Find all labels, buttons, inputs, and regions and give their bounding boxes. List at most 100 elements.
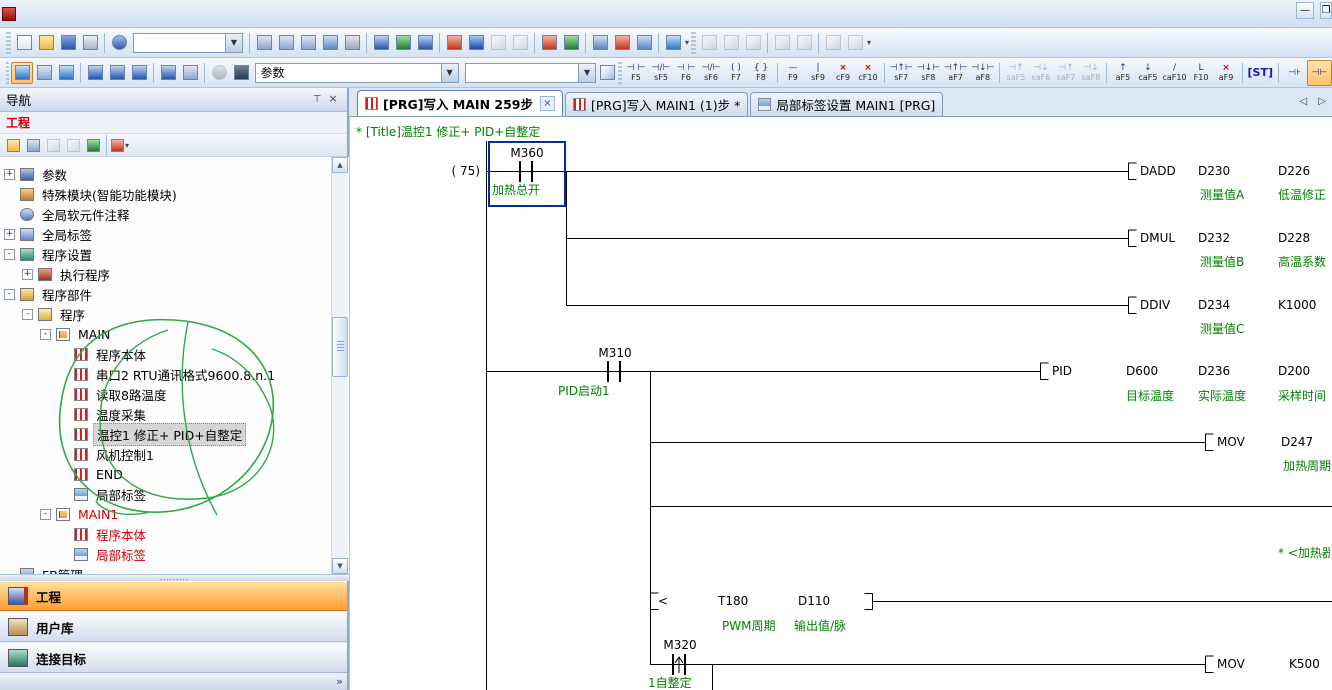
watch-window-icon[interactable]	[793, 32, 815, 54]
device-test-icon[interactable]	[538, 32, 560, 54]
help2-icon[interactable]	[208, 62, 230, 84]
minimize-button[interactable]: —	[1296, 2, 1314, 19]
expander-icon[interactable]: -	[4, 249, 15, 260]
tree-item[interactable]: + 参数	[0, 164, 349, 184]
ladder-symbol-aF7[interactable]: ⊣↑⊢aF7	[942, 60, 969, 86]
ladder-symbol-F5[interactable]: ⊣ ⊢F5	[624, 60, 649, 86]
scroll-up-icon[interactable]: ▲	[332, 157, 348, 173]
device-find-icon[interactable]	[370, 32, 392, 54]
watch-register-icon[interactable]	[771, 32, 793, 54]
pin-icon[interactable]: ⊤	[309, 92, 325, 107]
undo-icon[interactable]	[319, 32, 341, 54]
paste-icon[interactable]	[43, 135, 63, 155]
tree-item[interactable]: 全局软元件注释	[0, 204, 349, 224]
scaling-up-icon[interactable]	[698, 32, 720, 54]
instruction-op[interactable]: PID	[1052, 364, 1072, 378]
device-replace-icon[interactable]	[414, 32, 436, 54]
nav-category-button[interactable]: 工程	[0, 581, 347, 611]
ladder-symbol-cF9[interactable]: ×cF9	[831, 60, 856, 86]
statement-display-icon[interactable]	[55, 62, 77, 84]
device-display-icon[interactable]	[157, 62, 179, 84]
instruction-arg[interactable]: D236	[1198, 364, 1230, 378]
menu-item[interactable]	[38, 11, 56, 17]
module-config-icon[interactable]	[33, 62, 55, 84]
expander-icon[interactable]: -	[40, 509, 51, 520]
tree-item[interactable]: + 全局标签	[0, 224, 349, 244]
read-from-plc-icon[interactable]	[465, 32, 487, 54]
maximize-button[interactable]: ❐	[1320, 2, 1332, 19]
cut-icon[interactable]	[253, 32, 275, 54]
panel-splitter[interactable]: .........	[0, 574, 349, 581]
ladder-symbol-sF5[interactable]: ⊣/⊢sF5	[649, 60, 674, 86]
tab-scroll-arrows[interactable]: ◁ ▷	[1299, 96, 1330, 107]
save-project-icon[interactable]	[57, 32, 79, 54]
menu-item[interactable]	[182, 11, 200, 17]
instruction-op[interactable]: MOV	[1217, 435, 1245, 449]
quick-search-combo[interactable]: ▼	[133, 33, 243, 53]
instruction-arg[interactable]: D228	[1278, 231, 1310, 245]
ladder-symbol-sF8[interactable]: ⊣↓⊢sF8	[915, 60, 942, 86]
monitor-start-icon[interactable]	[487, 32, 509, 54]
tree-item[interactable]: 特殊模块(智能功能模块)	[0, 184, 349, 204]
statement-insert-icon[interactable]	[589, 32, 611, 54]
expander-icon[interactable]: +	[4, 229, 15, 240]
toolbar-grip[interactable]	[6, 62, 9, 84]
zoom-page-button[interactable]	[599, 62, 616, 84]
chevron-down-icon[interactable]: ▼	[441, 64, 458, 82]
instruction-arg[interactable]: K500	[1289, 657, 1320, 671]
tree-item[interactable]: + 执行程序	[0, 264, 349, 284]
instruction-arg[interactable]: D230	[1198, 164, 1230, 178]
close-icon[interactable]: ×	[325, 92, 341, 107]
menu-item[interactable]	[146, 11, 164, 17]
ladder-symbol-F7[interactable]: ( )F7	[724, 60, 749, 86]
menu-item[interactable]	[200, 11, 218, 17]
tree-item[interactable]: - 程序设置	[0, 244, 349, 264]
menu-item[interactable]	[56, 11, 74, 17]
instruction-arg[interactable]: D600	[1126, 364, 1158, 378]
compare-operator[interactable]: <	[658, 594, 668, 608]
nav-category-button[interactable]: 用户库	[0, 612, 347, 642]
ladder-symbol-sF6[interactable]: ⊣/⊢sF6	[699, 60, 724, 86]
tree-scrollbar[interactable]: ▲ ▼	[331, 157, 347, 574]
redo-icon[interactable]	[341, 32, 363, 54]
tab-main1-program[interactable]: [PRG]写入 MAIN1 (1)步 *	[565, 92, 748, 116]
copy-icon[interactable]	[23, 135, 43, 155]
expander-icon[interactable]: -	[22, 309, 33, 320]
instruction-arg[interactable]: K1000	[1278, 298, 1316, 312]
new-project-icon[interactable]	[13, 32, 35, 54]
ladder-symbol-caF5[interactable]: ↓caF5	[1135, 60, 1160, 86]
ladder-symbol-F9[interactable]: —F9	[781, 60, 806, 86]
navigation-toggle-icon[interactable]	[11, 62, 33, 84]
toolbar-grip[interactable]	[618, 62, 621, 84]
cross-reference-icon[interactable]	[230, 62, 252, 84]
device-monitor-icon[interactable]	[392, 32, 414, 54]
ladder-tool-button[interactable]: [ST]	[1246, 60, 1275, 86]
menu-item[interactable]	[128, 11, 146, 17]
instruction-arg[interactable]: D232	[1198, 231, 1230, 245]
more-buttons-chevron-icon[interactable]: »	[336, 675, 343, 688]
instruction-op[interactable]: DMUL	[1140, 231, 1175, 245]
scaling-down-icon[interactable]	[720, 32, 742, 54]
menu-item[interactable]	[20, 11, 38, 17]
menu-item[interactable]	[110, 11, 128, 17]
device-comment-icon[interactable]	[84, 62, 106, 84]
contact-device[interactable]: M320	[650, 638, 710, 652]
device-edit-icon[interactable]	[560, 32, 582, 54]
instruction-op[interactable]: DADD	[1140, 164, 1176, 178]
ladder-symbol-caF10[interactable]: /caF10	[1160, 60, 1188, 86]
tree-item[interactable]: END	[0, 464, 349, 484]
chevron-down-icon[interactable]: ▼	[578, 64, 595, 82]
statement-jump-icon[interactable]	[633, 32, 655, 54]
contact-device[interactable]: M310	[584, 346, 646, 360]
device-search-icon[interactable]	[179, 62, 201, 84]
chevron-down-icon[interactable]: ▾	[867, 38, 871, 47]
tree-item[interactable]: 程序本体	[0, 524, 349, 544]
tab-local-label[interactable]: 局部标签设置 MAIN1 [PRG]	[750, 92, 943, 116]
tree-item[interactable]: 局部标签	[0, 544, 349, 564]
ladder-symbol-cF10[interactable]: ×cF10	[856, 60, 881, 86]
tree-item[interactable]: 串口2 RTU通讯格式9600.8.n.1	[0, 364, 349, 384]
ladder-symbol-saF5[interactable]: ⊣↑saF5	[1003, 60, 1028, 86]
device-combo[interactable]: 参数 ▼	[255, 63, 458, 83]
refresh-icon[interactable]	[83, 135, 103, 155]
instruction-arg[interactable]: D110	[798, 594, 830, 608]
